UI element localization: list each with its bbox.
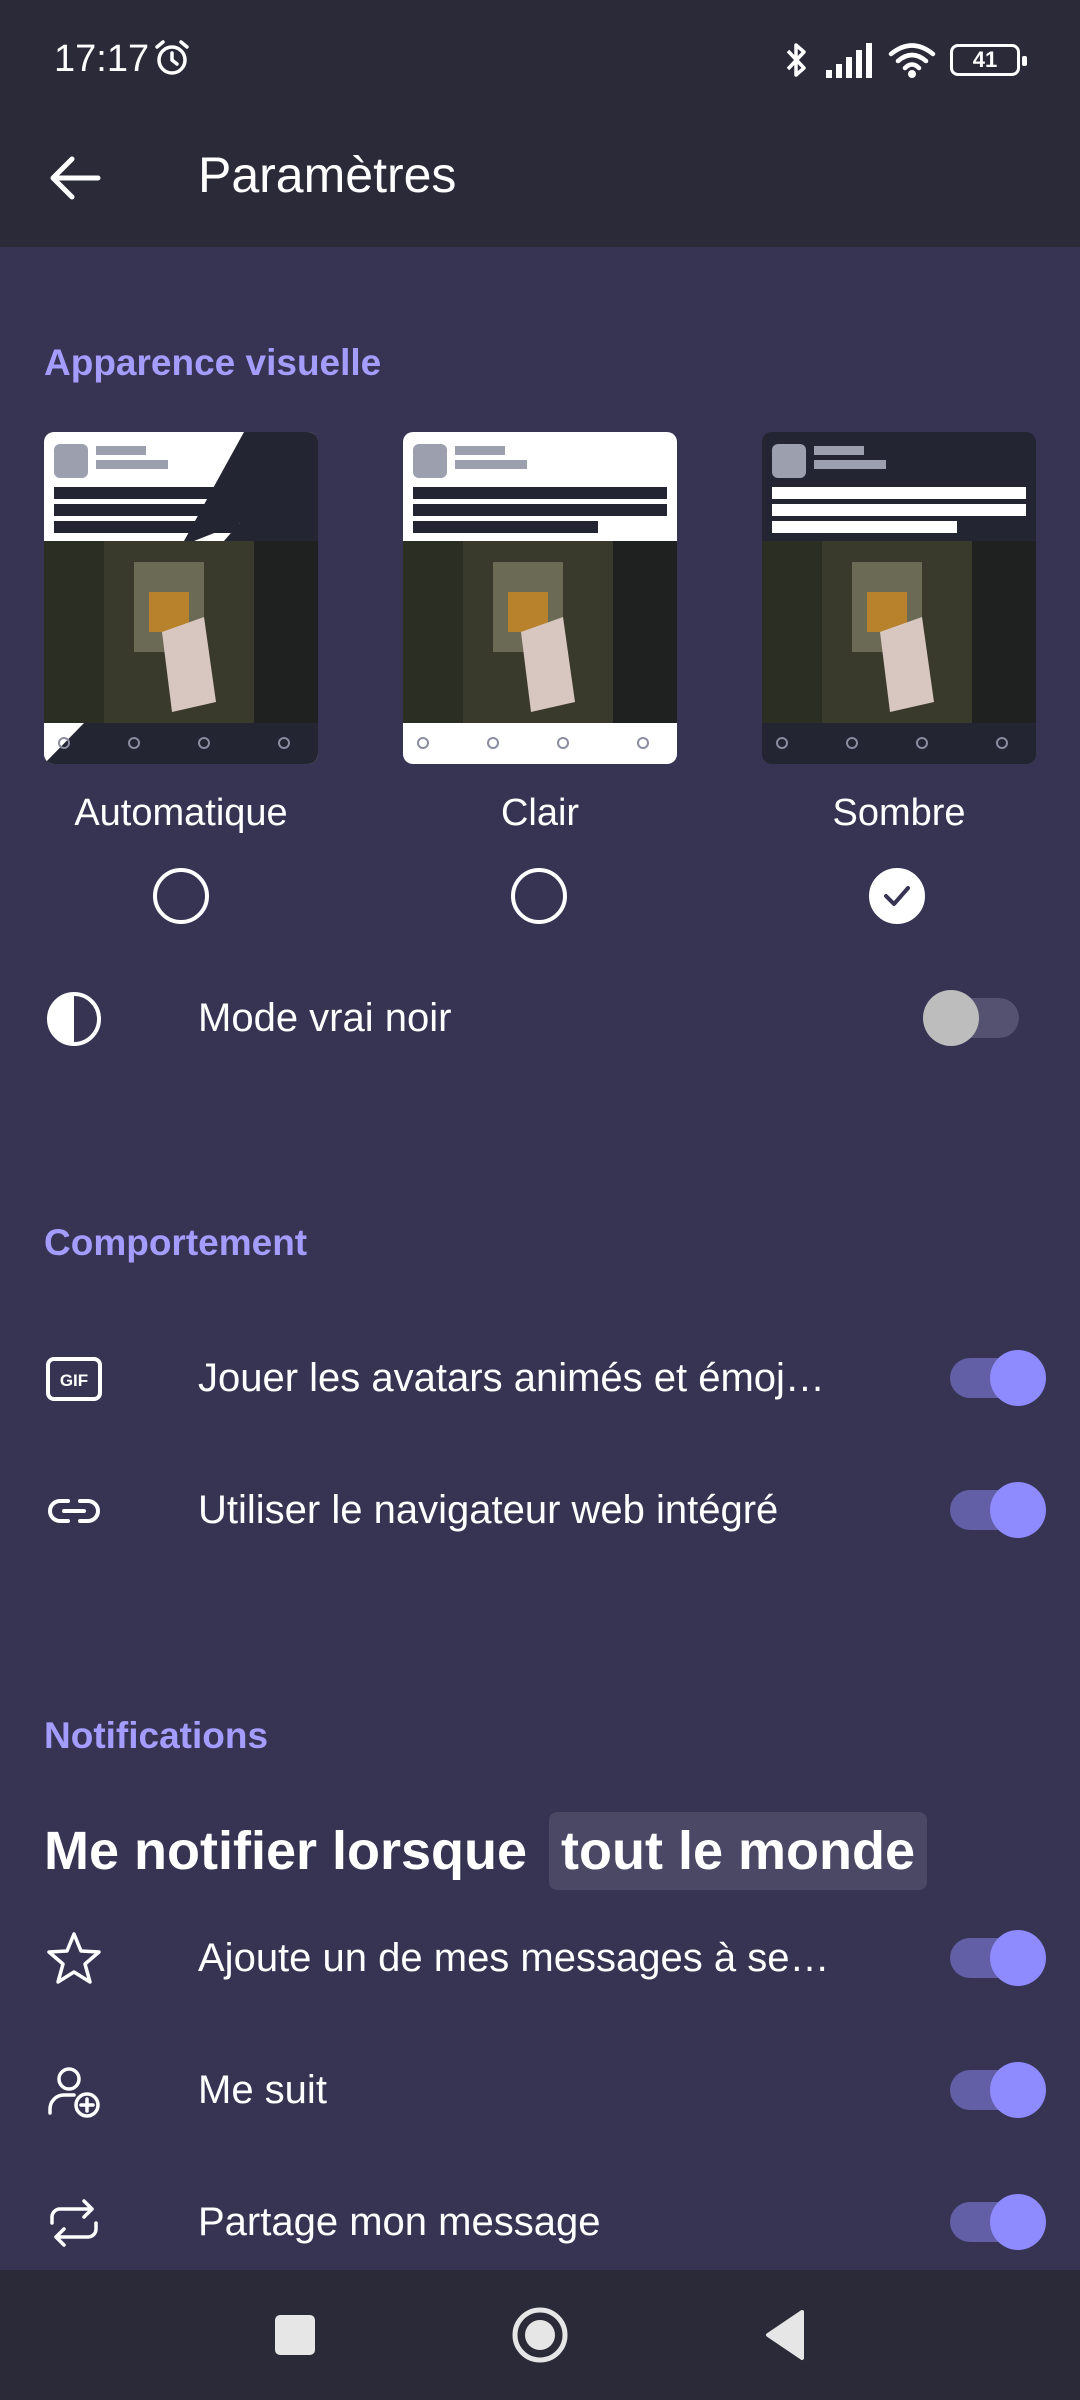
true-black-toggle[interactable]: [923, 990, 1019, 1046]
link-icon: [48, 1499, 100, 1523]
user-add-icon: [48, 2067, 100, 2118]
theme-preview-dark[interactable]: [762, 432, 1036, 764]
page-title: Paramètres: [198, 147, 457, 203]
favorite-notification-row[interactable]: Ajoute un de mes messages à se…: [0, 1894, 1080, 2024]
favorite-notification-toggle[interactable]: [950, 1930, 1046, 1986]
gif-icon: GIF: [46, 1357, 102, 1401]
star-icon: [47, 1932, 101, 1984]
theme-radio-light[interactable]: [511, 868, 567, 924]
in-app-browser-toggle[interactable]: [950, 1482, 1046, 1538]
theme-preview-dark-image: [762, 432, 1036, 764]
triangle-back-icon[interactable]: [750, 2300, 820, 2370]
theme-label-automatic: Automatique: [74, 792, 288, 834]
notify-when-header: Me notifier lorsque tout le monde: [44, 1808, 928, 1894]
contrast-icon: [47, 992, 101, 1046]
square-icon[interactable]: [260, 2300, 330, 2370]
theme-preview-automatic[interactable]: [44, 432, 318, 764]
in-app-browser-label: Utiliser le navigateur web intégré: [198, 1488, 779, 1532]
notify-scope-dropdown[interactable]: tout le monde: [549, 1812, 928, 1890]
animated-avatars-row[interactable]: GIF Jouer les avatars animés et émoj…: [0, 1314, 1080, 1444]
bluetooth-icon: [786, 43, 806, 77]
theme-preview-automatic-image: [44, 432, 318, 764]
section-title-notifications: Notifications: [44, 1715, 269, 1756]
battery-level: 41: [972, 47, 998, 72]
follow-notification-toggle[interactable]: [950, 2062, 1046, 2118]
notify-when-label: Me notifier lorsque: [44, 1821, 528, 1881]
svg-text:GIF: GIF: [60, 1371, 88, 1390]
status-icons: 41: [784, 38, 1027, 82]
theme-label-dark: Sombre: [832, 792, 966, 834]
system-nav-bar: [0, 2270, 1080, 2400]
favorite-notification-label: Ajoute un de mes messages à se…: [198, 1936, 830, 1980]
battery-icon: 41: [950, 44, 1027, 76]
follow-notification-row[interactable]: Me suit: [0, 2026, 1080, 2156]
status-time: 17:17: [54, 38, 150, 80]
true-black-row[interactable]: Mode vrai noir: [0, 954, 1080, 1084]
theme-preview-light[interactable]: [403, 432, 677, 764]
signal-icon: [826, 43, 872, 78]
animated-avatars-toggle[interactable]: [950, 1350, 1046, 1406]
in-app-browser-row[interactable]: Utiliser le navigateur web intégré: [0, 1446, 1080, 1576]
reblog-notification-label: Partage mon message: [198, 2200, 601, 2244]
follow-notification-label: Me suit: [198, 2068, 327, 2112]
theme-label-light: Clair: [500, 792, 580, 834]
reblog-notification-toggle[interactable]: [950, 2194, 1046, 2250]
section-title-appearance: Apparence visuelle: [44, 342, 382, 383]
true-black-label: Mode vrai noir: [198, 996, 452, 1040]
status-bar: 17:17 41: [0, 0, 1080, 120]
section-title-behavior: Comportement: [44, 1222, 308, 1263]
alarm-icon: [155, 40, 189, 75]
animated-avatars-label: Jouer les avatars animés et émoj…: [198, 1356, 825, 1400]
theme-radio-dark[interactable]: [869, 868, 925, 924]
check-icon: [884, 886, 910, 906]
circle-icon[interactable]: [505, 2300, 575, 2370]
theme-radio-automatic[interactable]: [153, 868, 209, 924]
repeat-icon: [50, 2199, 98, 2247]
reblog-notification-row[interactable]: Partage mon message: [0, 2158, 1080, 2288]
wifi-icon: [888, 43, 936, 78]
back-arrow-icon[interactable]: [40, 142, 112, 214]
theme-preview-light-image: [403, 432, 677, 764]
app-bar: Paramètres: [0, 120, 1080, 247]
